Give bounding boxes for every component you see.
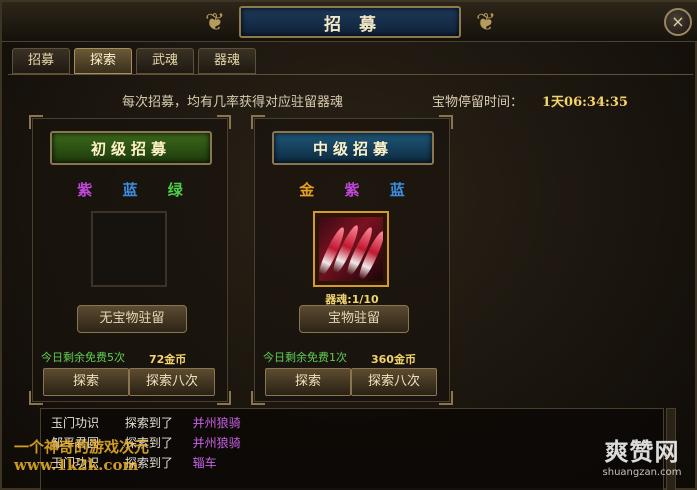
grade-list: 金 紫 蓝 bbox=[255, 179, 449, 200]
corner-ornament bbox=[251, 391, 265, 405]
intermediate-recruit-header: 中级招募 bbox=[272, 131, 434, 165]
grade-purple: 紫 bbox=[77, 181, 93, 199]
title-plate: 招募 bbox=[239, 6, 461, 38]
intermediate-recruit-panel: 中级招募 金 紫 蓝 器魂:1/10 宝物驻留 今日剩余免费1次 360金币 探… bbox=[251, 115, 453, 405]
title-ornament-right-icon: ❦ bbox=[475, 8, 497, 36]
free-count-label: 今日剩余免费1次 bbox=[263, 351, 347, 364]
recruit-description: 每次招募，均有几率获得对应驻留器魂 bbox=[122, 95, 344, 110]
watermark-right: 爽赞网 shuangzan.com bbox=[592, 432, 692, 478]
explore-eight-button[interactable]: 探索八次 bbox=[351, 368, 437, 396]
corner-ornament bbox=[217, 115, 231, 129]
grade-purple: 紫 bbox=[344, 181, 360, 199]
gold-cost: 72金币 bbox=[149, 353, 187, 366]
basic-recruit-header: 初级招募 bbox=[50, 131, 212, 165]
window-title: 招募 bbox=[324, 14, 394, 35]
claw-treasure-icon bbox=[319, 217, 383, 281]
grade-green: 绿 bbox=[167, 181, 183, 199]
tab-martial-soul[interactable]: 武魂 bbox=[136, 48, 194, 74]
empty-treasure-slot bbox=[91, 211, 167, 287]
watermark-right-logo: 爽赞网 bbox=[604, 438, 680, 466]
retain-time-label: 宝物停留时间： bbox=[432, 95, 524, 110]
retain-time-value: 1天06:34:35 bbox=[542, 95, 628, 110]
watermark-left-line2: www.1k2k.com bbox=[14, 456, 139, 474]
tab-bar: 招募 探索 武魂 器魂 bbox=[12, 48, 256, 74]
no-treasure-status: 无宝物驻留 bbox=[77, 305, 187, 333]
watermark-right-url: shuangzan.com bbox=[602, 467, 682, 478]
gold-cost: 360金币 bbox=[371, 353, 416, 366]
treasure-retained-button[interactable]: 宝物驻留 bbox=[299, 305, 409, 333]
log-item-name[interactable]: 辎车 bbox=[193, 456, 217, 470]
explore-eight-button[interactable]: 探索八次 bbox=[129, 368, 215, 396]
tab-explore[interactable]: 探索 bbox=[74, 48, 132, 74]
grade-list: 紫 蓝 绿 bbox=[33, 179, 227, 200]
tab-divider bbox=[8, 74, 693, 75]
tab-artifact-soul[interactable]: 器魂 bbox=[198, 48, 256, 74]
grade-gold: 金 bbox=[299, 181, 315, 199]
log-item-name[interactable]: 并州狼骑 bbox=[193, 416, 241, 430]
log-row: 玉门功识 探索到了 并州狼骑 bbox=[51, 413, 653, 433]
close-button[interactable]: × bbox=[664, 8, 692, 36]
corner-ornament bbox=[251, 115, 265, 129]
corner-ornament bbox=[217, 391, 231, 405]
watermark-left: 一个神奇的游戏次元 www.1k2k.com bbox=[14, 438, 149, 474]
title-bar: ❦ 招募 ❦ × bbox=[2, 2, 697, 42]
corner-ornament bbox=[439, 115, 453, 129]
corner-ornament bbox=[439, 391, 453, 405]
log-item-name[interactable]: 并州狼骑 bbox=[193, 436, 241, 450]
corner-ornament bbox=[29, 115, 43, 129]
grade-blue: 蓝 bbox=[389, 181, 405, 199]
basic-recruit-panel: 初级招募 紫 蓝 绿 无宝物驻留 今日剩余免费5次 72金币 探索 探索八次 bbox=[29, 115, 231, 405]
grade-blue: 蓝 bbox=[122, 181, 138, 199]
corner-ornament bbox=[29, 391, 43, 405]
log-action: 探索到了 bbox=[124, 416, 173, 430]
watermark-left-line1: 一个神奇的游戏次元 bbox=[14, 438, 150, 456]
free-count-label: 今日剩余免费5次 bbox=[41, 351, 125, 364]
log-player-name: 玉门功识 bbox=[51, 416, 100, 430]
explore-button[interactable]: 探索 bbox=[43, 368, 129, 396]
explore-button[interactable]: 探索 bbox=[265, 368, 351, 396]
title-ornament-left-icon: ❦ bbox=[204, 8, 226, 36]
recruit-window: ❦ 招募 ❦ × 招募 探索 武魂 器魂 每次招募，均有几率获得对应驻留器魂 宝… bbox=[0, 0, 697, 490]
treasure-slot[interactable] bbox=[313, 211, 389, 287]
tab-recruit[interactable]: 招募 bbox=[12, 48, 70, 74]
